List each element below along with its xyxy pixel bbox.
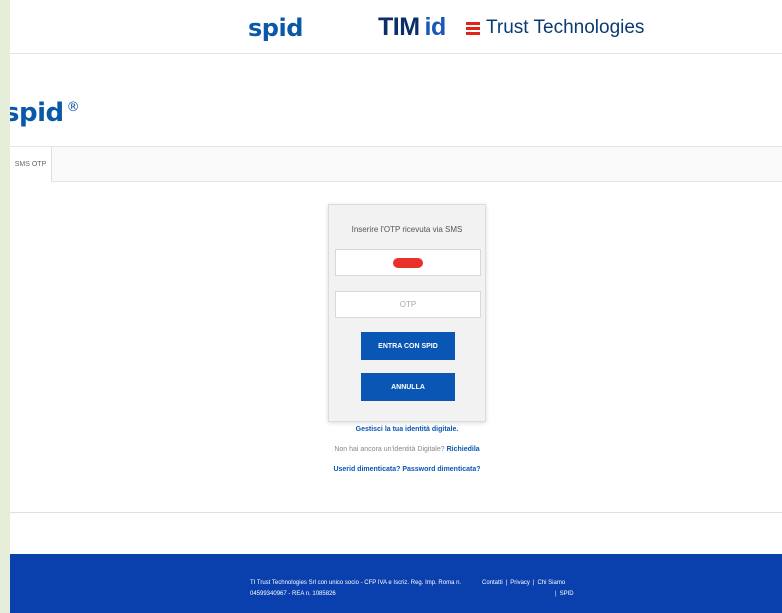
otp-input[interactable] <box>335 291 481 318</box>
spid-logo-header[interactable]: spid <box>248 14 303 42</box>
footer-links: Contatti | Privacy | Chi Siamo | SPID <box>482 578 592 600</box>
card-title: Inserire l'OTP ricevuta via SMS <box>351 225 463 234</box>
footer-separator: | <box>555 591 557 597</box>
footer-company-line-1: TI Trust Technologies Srl con unico soci… <box>250 580 462 586</box>
tim-logo-suffix: id <box>424 13 447 41</box>
cancel-button[interactable]: ANNULLA <box>361 373 455 401</box>
brand-header: spid TIM id Trust Technologies <box>10 0 782 54</box>
tab-sms-otp[interactable]: SMS OTP <box>10 147 52 182</box>
registered-icon: ® <box>66 100 80 116</box>
otp-login-card: Inserire l'OTP ricevuta via SMS ENTRA CO… <box>328 204 486 422</box>
content-divider <box>10 512 782 513</box>
page: spid TIM id Trust Technologies spid ® SMS … <box>10 0 782 613</box>
trust-stripes-icon <box>466 21 480 35</box>
forgot-userid-link[interactable]: Userid dimenticata? <box>333 466 400 473</box>
footer-separator: | <box>505 580 508 586</box>
request-identity-line: Non hai ancora un'identità Digitale? Ric… <box>328 446 486 453</box>
forgot-credentials-line: Userid dimenticata? Password dimenticata… <box>328 466 486 473</box>
no-identity-text: Non hai ancora un'identità Digitale? <box>334 446 445 453</box>
footer-contacts-link[interactable]: Contatti <box>482 580 503 586</box>
spid-logo-main: spid ® <box>10 98 80 128</box>
masked-phone-field <box>335 249 481 276</box>
trust-technologies-logo[interactable]: Trust Technologies <box>466 17 644 39</box>
trust-logo-text: Trust Technologies <box>486 17 645 38</box>
footer-about-link[interactable]: Chi Siamo <box>537 580 565 586</box>
spid-logo-main-text: spid <box>10 98 64 128</box>
tab-bar: SMS OTP <box>10 146 782 182</box>
request-identity-link[interactable]: Richiedila <box>447 446 480 453</box>
manage-identity-link[interactable]: Gestisci la tua identità digitale. <box>328 426 486 433</box>
masked-value-redaction <box>393 257 423 268</box>
footer: TI Trust Technologies Srl con unico soci… <box>10 554 782 613</box>
footer-spid-link[interactable]: SPID <box>560 591 574 597</box>
tim-id-logo[interactable]: TIM id <box>378 13 446 42</box>
footer-privacy-link[interactable]: Privacy <box>510 580 530 586</box>
footer-separator: | <box>532 580 535 586</box>
enter-with-spid-button[interactable]: ENTRA CON SPID <box>361 332 455 360</box>
forgot-password-link[interactable]: Password dimenticata? <box>402 466 480 473</box>
tim-logo-text: TIM <box>378 13 420 41</box>
footer-company-info: TI Trust Technologies Srl con unico soci… <box>250 578 480 600</box>
footer-company-line-2: 04599340967 - REA n. 1085826 <box>250 591 336 597</box>
